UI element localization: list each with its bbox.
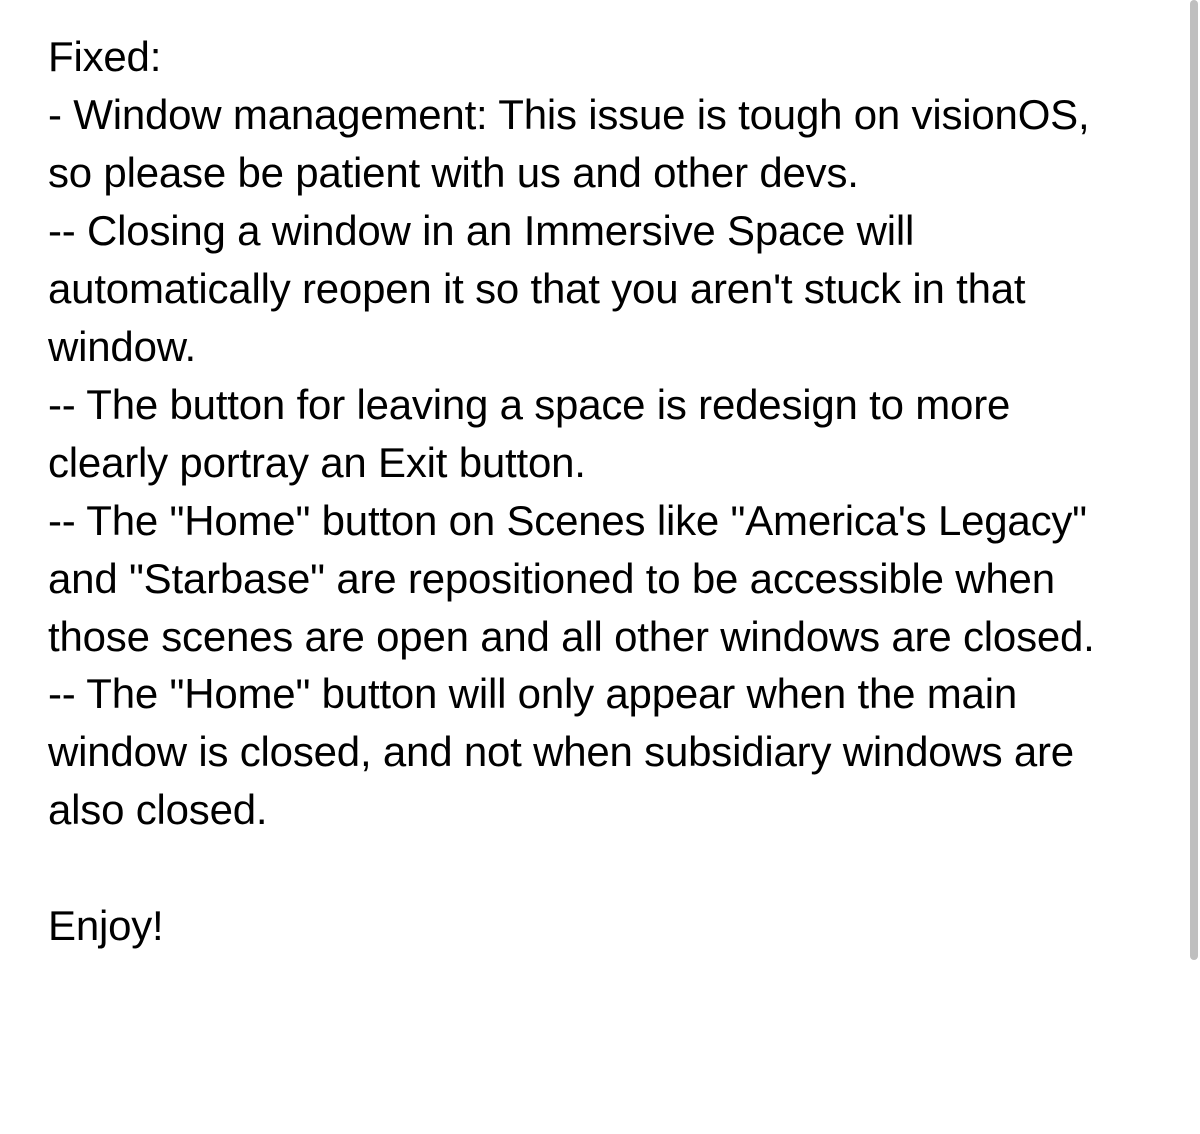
scrollbar-track[interactable] <box>1188 0 1200 1134</box>
closing-text: Enjoy! <box>48 897 1140 955</box>
list-item: -- The "Home" button will only appear wh… <box>48 665 1140 839</box>
list-item: -- Closing a window in an Immersive Spac… <box>48 202 1140 376</box>
release-notes-content: Fixed: - Window management: This issue i… <box>0 0 1200 983</box>
list-item: -- The "Home" button on Scenes like "Ame… <box>48 492 1140 666</box>
fixed-heading: Fixed: <box>48 28 1140 86</box>
scrollbar-thumb[interactable] <box>1190 0 1198 960</box>
blank-line <box>48 839 1140 897</box>
list-item: -- The button for leaving a space is red… <box>48 376 1140 492</box>
list-item: - Window management: This issue is tough… <box>48 86 1140 202</box>
